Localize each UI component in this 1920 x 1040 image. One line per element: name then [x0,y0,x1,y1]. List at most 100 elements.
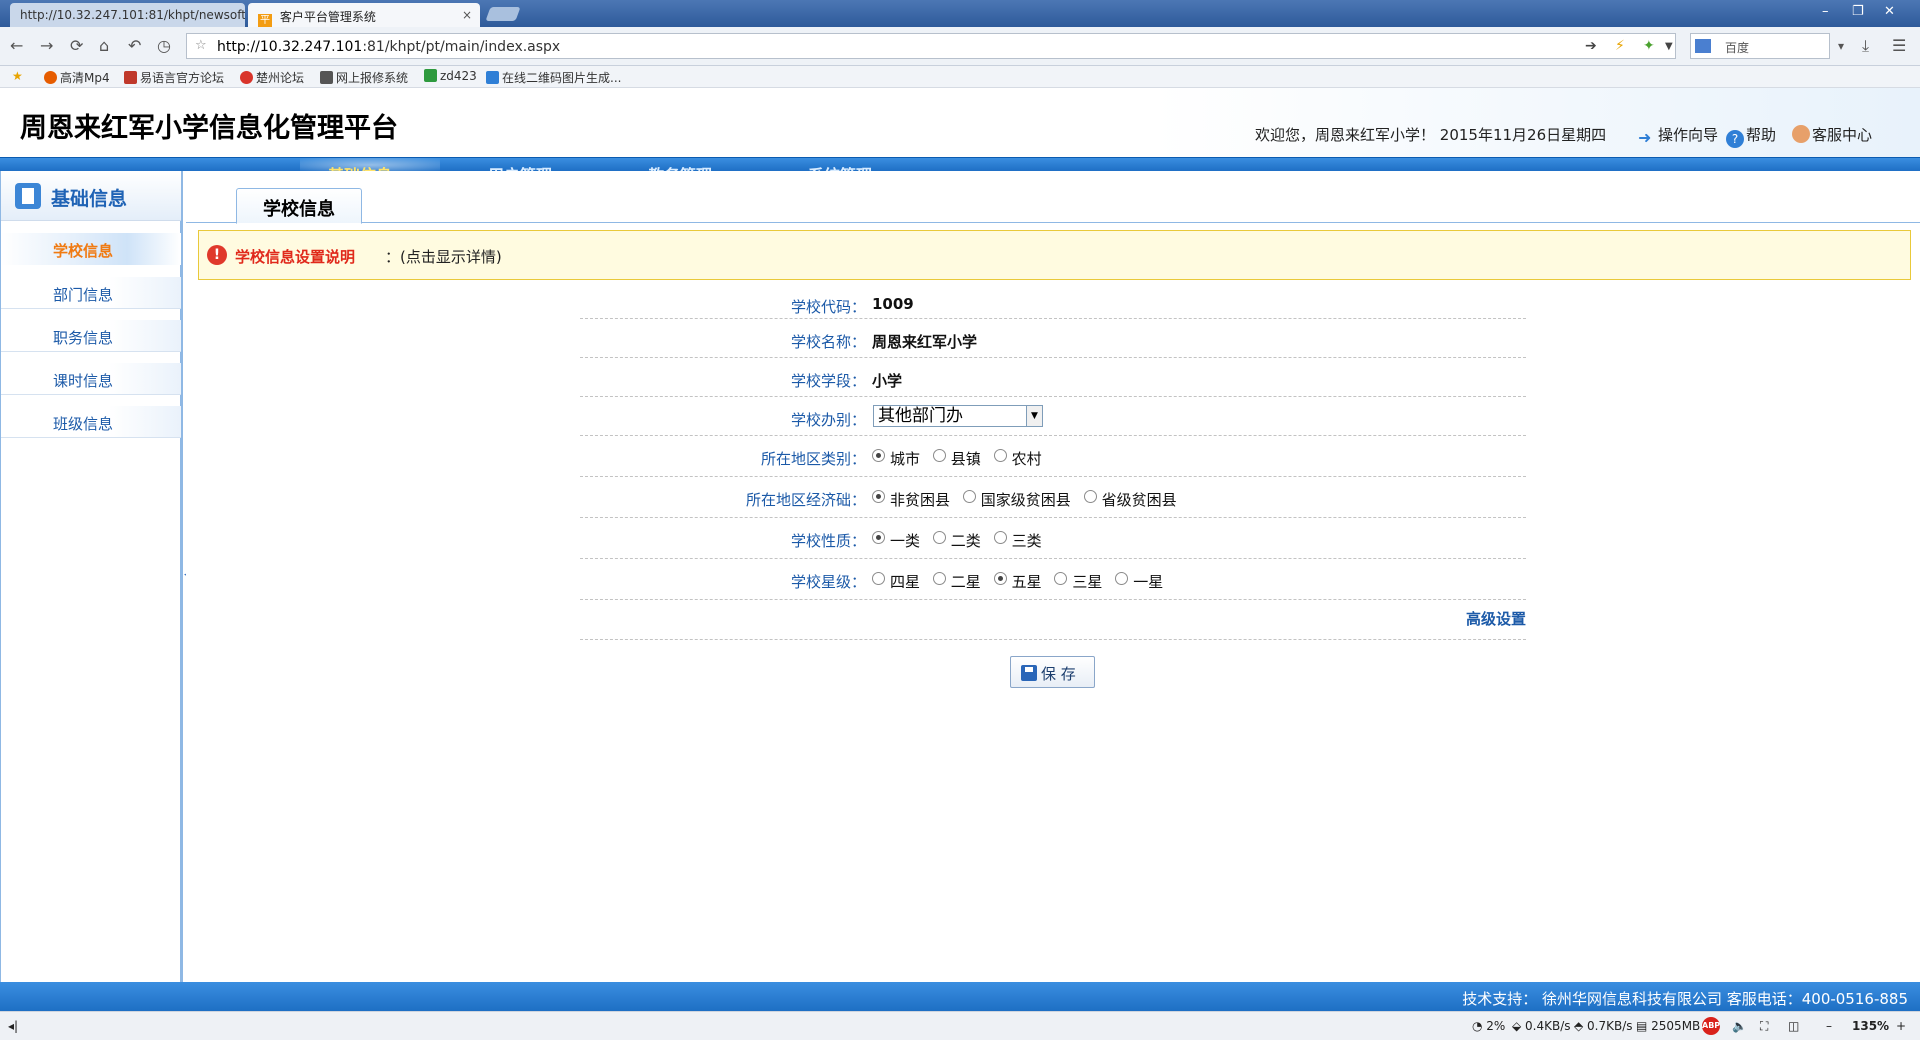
radio-option[interactable]: 非贫困县 [872,489,950,510]
radio-option[interactable]: 县镇 [932,448,981,469]
label-type: 学校办别： [790,411,866,429]
radio-option[interactable]: 二星 [932,571,981,592]
search-engine-icon [1695,39,1711,53]
search-input[interactable]: 百度 [1690,33,1830,59]
sidebar-toggle-icon[interactable]: ◂| [8,1019,18,1033]
volume-icon[interactable]: 🔈 [1732,1019,1747,1033]
radio-option[interactable]: 一类 [872,530,920,551]
history-icon[interactable]: ◷ [157,36,171,55]
bookmark-item[interactable]: 楚州论坛 [240,69,304,86]
menu-icon[interactable]: ☰ [1892,36,1906,55]
label-name: 学校名称： [790,333,866,351]
radio-option[interactable]: 省级贫困县 [1083,489,1177,510]
sidebar-item-period[interactable]: 课时信息 [1,363,181,395]
radio-option[interactable]: 二类 [932,530,981,551]
bookmark-star-icon[interactable]: ☆ [195,38,207,53]
sidebar-item-department[interactable]: 部门信息 [1,277,181,309]
sidebar-item-school[interactable]: 学校信息 [1,233,181,265]
close-window-icon[interactable]: ✕ [1884,4,1895,19]
service-icon [1792,125,1810,143]
forward-icon[interactable]: → [40,36,53,55]
home-icon[interactable]: ⌂ [99,36,109,55]
economy-radio-group: 非贫困县 国家级贫困县 省级贫困县 [872,489,1185,510]
service-link[interactable]: 客服中心 [1792,124,1872,145]
nav-item-system[interactable]: 系统管理 [808,162,872,171]
restore-icon[interactable]: ❐ [1852,4,1864,19]
nature-radio-group: 一类 二类 三类 [872,530,1050,551]
mp4-icon [44,71,57,84]
download-icon[interactable]: ⤓ [1862,36,1869,56]
radio-option[interactable]: 四星 [872,571,920,592]
form-row-area: 所在地区类别： 城市 县镇 农村 [580,436,1526,477]
nav-item-users[interactable]: 用户管理 [488,162,552,171]
school-type-select[interactable]: 其他部门办 ▼ [873,405,1043,427]
radio-option[interactable]: 一星 [1115,571,1163,592]
radio-option[interactable]: 三星 [1054,571,1102,592]
plugin-icon[interactable]: ✦ [1643,38,1655,54]
area-radio-group: 城市 县镇 农村 [872,448,1050,469]
back-icon[interactable]: ← [10,36,23,55]
advanced-settings-link[interactable]: 高级设置 [1466,608,1526,629]
bookmark-item[interactable]: 网上报修系统 [320,69,408,86]
radio-option[interactable]: 城市 [872,448,920,469]
split-view-icon[interactable]: ◫ [1788,1019,1799,1033]
sidebar-title: 基础信息 [51,188,128,210]
sidebar-item-position[interactable]: 职务信息 [1,320,181,352]
radio-icon [993,449,1007,462]
notice-banner[interactable]: ! 学校信息设置说明 ：(点击显示详情) [198,230,1911,280]
browser-titlebar: http://10.32.247.101:81/khpt/newsoftli..… [0,0,1920,27]
undo-icon[interactable]: ↶ [128,36,141,55]
bookmark-item[interactable]: zd423 [424,69,477,83]
minimize-icon[interactable]: – [1822,4,1829,19]
notice-title[interactable]: 学校信息设置说明 [235,246,355,267]
help-link[interactable]: ? 帮助 [1726,124,1776,148]
value-code: 1009 [872,295,914,313]
lightning-icon[interactable]: ⚡ [1615,38,1625,54]
radio-icon [1083,490,1097,503]
radio-option[interactable]: 国家级贫困县 [962,489,1071,510]
radio-option[interactable]: 五星 [993,571,1042,592]
menu-arrow-icon[interactable]: ▾ [1838,39,1844,53]
browser-tab[interactable]: http://10.32.247.101:81/khpt/newsoftli..… [10,3,245,27]
radio-option[interactable]: 三类 [993,530,1042,551]
sidebar-item-class[interactable]: 班级信息 [1,406,181,438]
film-icon [320,71,333,84]
go-icon[interactable]: ➔ [1585,38,1597,54]
nav-item-academic[interactable]: 教务管理 [648,162,712,171]
guide-link[interactable]: ➜ 操作向导 [1638,124,1718,147]
radio-icon [1115,572,1129,585]
reload-icon[interactable]: ⟳ [70,36,83,55]
save-disk-icon [1021,665,1037,681]
label-economy: 所在地区经济础： [745,491,866,509]
radio-icon [962,490,976,503]
nav-item-basic[interactable]: 基础信息 [328,162,392,171]
download-speed: ⬙ 0.4KB/s [1512,1019,1571,1033]
fullscreen-icon[interactable]: ⛶ [1760,1019,1768,1034]
close-tab-icon[interactable]: × [462,8,472,22]
zoom-out-icon[interactable]: – [1826,1019,1832,1033]
new-tab-button[interactable] [485,7,521,21]
bookmark-item[interactable]: 在线二维码图片生成... [486,69,621,86]
page-footer: 技术支持： 徐州华网信息科技有限公司 客服电话：400-0516-885 [0,982,1920,1011]
radio-option[interactable]: 农村 [993,448,1042,469]
radio-icon [993,531,1007,544]
save-button[interactable]: 保 存 [1010,656,1095,688]
notice-hint[interactable]: ：(点击显示详情) [385,246,502,267]
school-info-form: 学校代码： 1009 学校名称： 周恩来红军小学 学校学段： 小学 学校办别： … [580,288,1526,640]
bookmark-item[interactable]: 高清Mp4 [44,69,110,86]
chevron-down-icon[interactable]: ▼ [1026,406,1042,426]
value-name: 周恩来红军小学 [872,333,978,351]
radio-checked-icon [872,490,885,503]
dropdown-arrow-icon[interactable]: ▼ [1665,41,1673,52]
forum-icon [240,71,253,84]
zoom-in-icon[interactable]: + [1896,1019,1906,1033]
sidebar-header: 基础信息 [1,171,181,221]
form-row-name: 学校名称： 周恩来红军小学 [580,319,1526,358]
bookmark-item[interactable]: 易语言官方论坛 [124,69,224,86]
bookmarks-star-icon[interactable]: ★ [12,69,23,83]
radio-icon [932,572,946,585]
adblock-icon[interactable]: ABP [1702,1017,1720,1035]
url-field[interactable]: ☆ http://10.32.247.101:81/khpt/pt/main/i… [186,33,1676,59]
tab-school-info[interactable]: 学校信息 [236,188,362,224]
browser-tab-active[interactable]: 平 客户平台管理系统 × [248,3,480,27]
